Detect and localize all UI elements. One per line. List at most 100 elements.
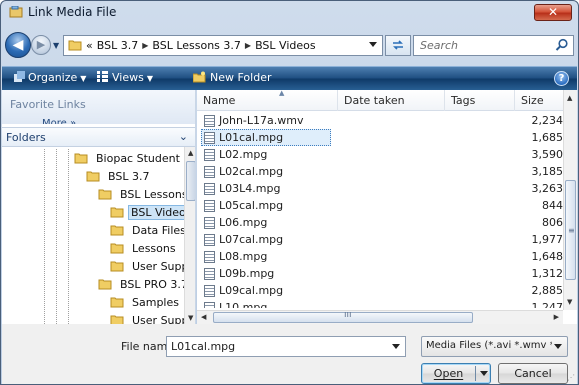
file-name-field[interactable]: L01cal.mpg: [166, 336, 406, 357]
file-row[interactable]: L09b.mpg 1,312: [197, 265, 563, 282]
breadcrumb-item-bsl-videos[interactable]: BSL Videos: [255, 39, 316, 52]
open-options-dropdown-icon[interactable]: [480, 371, 488, 376]
column-divider[interactable]: [514, 90, 515, 111]
search-input[interactable]: Search: [413, 35, 574, 56]
refresh-icon: [393, 40, 403, 50]
close-button[interactable]: ✕: [534, 4, 572, 21]
breadcrumb-overflow[interactable]: «: [86, 39, 93, 52]
file-name-text: L08.mpg: [219, 250, 268, 263]
open-button[interactable]: Open: [421, 363, 491, 384]
forward-button[interactable]: ▶: [31, 35, 51, 55]
scroll-up-icon[interactable]: ▲: [188, 149, 193, 157]
scroll-down-icon[interactable]: ▼: [567, 298, 572, 306]
horizontal-scroll-thumb[interactable]: ııı: [213, 310, 473, 323]
file-type-select[interactable]: Media Files (*.avi *.wmv *.wm: [421, 336, 568, 357]
column-size[interactable]: Size: [521, 94, 544, 107]
file-list-vertical-scrollbar[interactable]: ▲ ≡ ▼: [563, 90, 577, 310]
new-folder-icon: [192, 71, 206, 83]
vertical-scroll-thumb[interactable]: ≡: [565, 180, 576, 280]
tree-item[interactable]: Samples: [110, 293, 183, 311]
views-button[interactable]: Views ▼: [97, 71, 153, 84]
file-name-dropdown-icon[interactable]: [392, 344, 400, 349]
file-name-text: L07cal.mpg: [219, 233, 284, 246]
new-folder-label: New Folder: [210, 71, 272, 84]
column-name[interactable]: Name: [203, 94, 235, 107]
media-file-icon: [204, 199, 215, 212]
file-list-horizontal-scrollbar[interactable]: ◀ ııı ▶: [197, 310, 563, 324]
tree-item[interactable]: BSL 3.7: [86, 167, 153, 185]
file-row[interactable]: L03L4.mpg 3,263: [197, 180, 563, 197]
recent-pages-icon[interactable]: ▼: [53, 41, 59, 50]
scroll-down-icon[interactable]: ▼: [188, 314, 193, 322]
file-size-cell: 3,590: [531, 148, 564, 161]
file-row[interactable]: L02.mpg 3,590: [197, 146, 563, 163]
folders-header[interactable]: Folders ⌄: [2, 127, 195, 147]
file-name-cell: L10.mpg: [201, 299, 331, 308]
file-row[interactable]: L01cal.mpg 1,685: [197, 129, 563, 146]
file-row[interactable]: L08.mpg 1,648: [197, 248, 563, 265]
folders-heading: Folders: [6, 131, 46, 144]
cancel-button[interactable]: Cancel: [498, 363, 568, 384]
new-folder-button[interactable]: New Folder: [192, 71, 272, 84]
breadcrumb-item-bsl-3-7[interactable]: BSL 3.7: [97, 39, 138, 52]
tree-item[interactable]: BSL PRO 3.7: [98, 275, 184, 293]
tree-item[interactable]: User Support: [110, 311, 184, 324]
refresh-button[interactable]: [385, 35, 411, 56]
split-divider: [475, 366, 476, 381]
column-tags[interactable]: Tags: [451, 94, 475, 107]
chevron-right-icon[interactable]: ▶: [245, 39, 251, 52]
command-bar: Organize ▼ Views ▼ New Folder ?: [2, 66, 577, 90]
resize-grip-icon[interactable]: ⋰: [567, 373, 575, 382]
back-button[interactable]: ◀: [5, 32, 31, 58]
tree-item-label: User Support: [132, 259, 184, 273]
search-icon[interactable]: [555, 38, 569, 52]
column-divider[interactable]: [444, 90, 445, 111]
folder-icon: [110, 207, 124, 218]
tree-item[interactable]: BSL Lessons 3.7: [98, 185, 184, 203]
tree-item[interactable]: Biopac Student Lal: [74, 149, 184, 167]
file-size-cell: 3,263: [531, 182, 564, 195]
tree-scrollbar[interactable]: ▲ ▼: [184, 147, 195, 324]
title-bar[interactable]: Link Media File ✕: [1, 1, 578, 25]
media-file-icon: [204, 165, 215, 178]
file-name-text: L05cal.mpg: [219, 199, 284, 212]
tree-item-label: Data Files: [132, 223, 184, 237]
file-row[interactable]: John-L17a.wmv 2,234: [197, 112, 563, 129]
scroll-right-icon[interactable]: ▶: [554, 313, 559, 321]
address-bar[interactable]: « BSL 3.7 ▶ BSL Lessons 3.7 ▶ BSL Videos: [63, 35, 383, 56]
more-links-link[interactable]: More »: [42, 118, 76, 124]
tree-item[interactable]: Lessons: [110, 239, 180, 257]
app-icon: [9, 6, 23, 18]
folder-icon: [110, 261, 124, 272]
tree-item-label: BSL Videos: [128, 204, 184, 220]
file-row[interactable]: L06.mpg 806: [197, 214, 563, 231]
file-name-text: L10.mpg: [219, 301, 268, 308]
caret-down-icon: ▼: [80, 74, 87, 83]
chevron-right-icon[interactable]: ▶: [142, 39, 148, 52]
scroll-left-icon[interactable]: ◀: [201, 313, 206, 321]
breadcrumb-item-bsl-lessons[interactable]: BSL Lessons 3.7: [152, 39, 241, 52]
column-date-taken[interactable]: Date taken: [344, 94, 405, 107]
window-title: Link Media File: [28, 5, 117, 19]
file-size-cell: 1,247: [531, 301, 564, 308]
file-size-cell: 1,648: [531, 250, 564, 263]
media-file-icon: [204, 233, 215, 246]
media-file-icon: [204, 267, 215, 280]
file-row[interactable]: L02cal.mpg 3,185: [197, 163, 563, 180]
file-row[interactable]: L05cal.mpg 844: [197, 197, 563, 214]
tree-item[interactable]: BSL Videos: [110, 203, 184, 221]
organize-button[interactable]: Organize ▼: [14, 71, 86, 84]
address-dropdown-icon[interactable]: [369, 42, 377, 47]
column-divider[interactable]: [337, 90, 338, 111]
file-row[interactable]: L07cal.mpg 1,977: [197, 231, 563, 248]
breadcrumb: « BSL 3.7 ▶ BSL Lessons 3.7 ▶ BSL Videos: [86, 39, 316, 52]
file-row[interactable]: L10.mpg 1,247: [197, 299, 563, 308]
media-file-icon: [204, 114, 215, 127]
help-button[interactable]: ?: [554, 71, 569, 86]
tree-scroll-thumb[interactable]: [186, 161, 195, 201]
tree-item[interactable]: User Support: [110, 257, 184, 275]
tree-item[interactable]: Data Files: [110, 221, 184, 239]
file-row[interactable]: L09cal.mpg 2,885: [197, 282, 563, 299]
file-name-cell: L05cal.mpg: [201, 197, 331, 214]
scroll-up-icon[interactable]: ▲: [567, 94, 572, 102]
